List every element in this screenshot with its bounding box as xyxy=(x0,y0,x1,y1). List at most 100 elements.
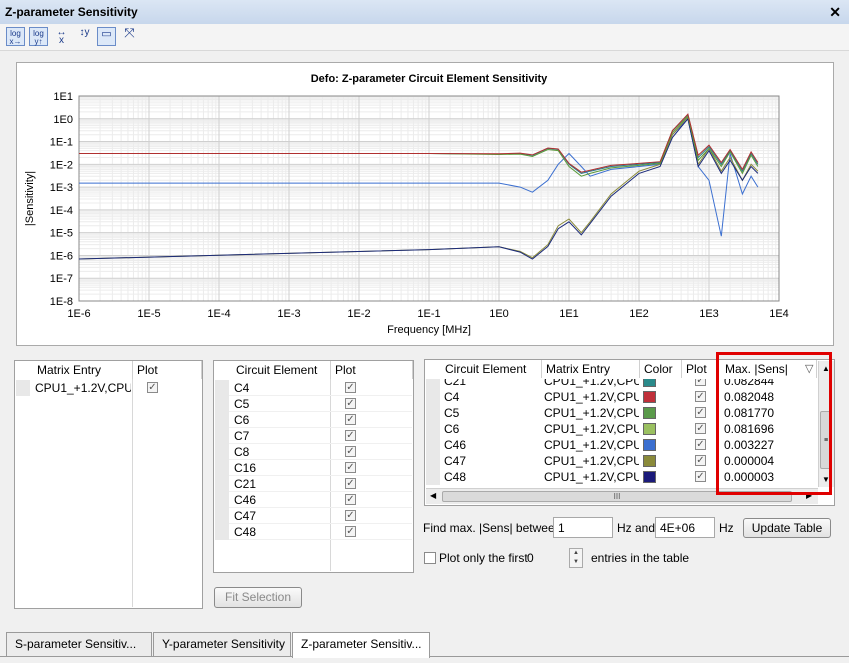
element-name-cell[interactable]: C4 xyxy=(234,380,324,396)
x-tick-label: 1E-2 xyxy=(347,308,370,320)
circuit-element-header[interactable]: Circuit Element xyxy=(425,360,542,378)
plot-checkbox[interactable]: ✓ xyxy=(695,423,706,434)
circuit-element-header[interactable]: Circuit Element xyxy=(214,361,331,379)
plot-checkbox[interactable]: ✓ xyxy=(695,407,706,418)
plot-checkbox[interactable]: ✓ xyxy=(695,391,706,402)
matrix-entry-panel: Matrix Entry Plot CPU1_+1.2V,CPU... ✓ xyxy=(14,360,203,609)
element-name-cell[interactable]: C5 xyxy=(234,396,324,412)
tab-z-parameter[interactable]: Z-parameter Sensitiv... xyxy=(292,632,430,658)
element-name-cell[interactable]: C47 xyxy=(234,508,324,524)
freq-from-input[interactable] xyxy=(553,517,613,538)
column-divider xyxy=(132,379,133,607)
cursor-icon[interactable]: ⤧ xyxy=(120,26,139,46)
matrix-entry-header[interactable]: Matrix Entry xyxy=(542,360,640,378)
sens-entry-cell[interactable]: CPU1_+1.2V,CPU... xyxy=(544,437,639,453)
x-tick-label: 1E-4 xyxy=(207,308,230,320)
element-name-cell[interactable]: C46 xyxy=(234,492,324,508)
x-tick-label: 1E2 xyxy=(629,308,649,320)
count-spinner[interactable]: ▲ ▼ xyxy=(569,548,583,568)
y-axis-label: |Sensitivity| xyxy=(24,171,36,226)
log-x-icon[interactable]: log x→ xyxy=(6,27,25,46)
close-icon[interactable]: ✕ xyxy=(829,4,841,21)
element-name-cell[interactable]: C21 xyxy=(234,476,324,492)
plot-checkbox[interactable]: ✓ xyxy=(345,398,356,409)
y-tick-label: 1E-7 xyxy=(50,273,73,285)
y-range-icon[interactable]: ↕y xyxy=(75,27,94,46)
plot-header[interactable]: Plot xyxy=(133,361,202,379)
color-swatch[interactable] xyxy=(643,391,656,403)
sens-entry-cell[interactable]: CPU1_+1.2V,CPU... xyxy=(544,421,639,437)
x-tick-label: 1E-5 xyxy=(137,308,160,320)
plot-checkbox[interactable]: ✓ xyxy=(345,414,356,425)
x-tick-label: 1E-1 xyxy=(417,308,440,320)
tab-s-parameter[interactable]: S-parameter Sensitiv... xyxy=(6,632,152,656)
y-tick-label: 1E1 xyxy=(53,91,73,103)
element-name-cell[interactable]: C16 xyxy=(234,460,324,476)
plot-header[interactable]: Plot xyxy=(331,361,413,379)
x-tick-label: 1E1 xyxy=(559,308,579,320)
sens-element-cell[interactable]: C47 xyxy=(444,453,539,469)
element-name-cell[interactable]: C6 xyxy=(234,412,324,428)
plot-checkbox[interactable]: ✓ xyxy=(147,382,158,393)
sens-element-cell[interactable]: C6 xyxy=(444,421,539,437)
color-swatch[interactable] xyxy=(643,407,656,419)
sens-element-cell[interactable]: C4 xyxy=(444,389,539,405)
row-selector-column[interactable] xyxy=(215,380,229,540)
y-tick-label: 1E0 xyxy=(53,114,73,126)
matrix-entry-header[interactable]: Matrix Entry xyxy=(15,361,133,379)
plot-header[interactable]: Plot xyxy=(682,360,717,378)
toolbar: log x→ log y↑ ↔ x ↕y ▭ ⤧ xyxy=(0,24,849,51)
x-tick-label: 1E0 xyxy=(489,308,509,320)
element-name-cell[interactable]: C8 xyxy=(234,444,324,460)
color-swatch[interactable] xyxy=(643,439,656,451)
sens-element-cell[interactable]: C5 xyxy=(444,405,539,421)
plot-checkbox[interactable]: ✓ xyxy=(345,446,356,457)
row-selector-column[interactable] xyxy=(426,379,440,485)
element-name-cell[interactable]: C48 xyxy=(234,524,324,540)
plot-only-checkbox[interactable] xyxy=(424,552,436,564)
y-tick-label: 1E-5 xyxy=(50,228,73,240)
log-y-icon[interactable]: log y↑ xyxy=(29,27,48,46)
plot-checkbox[interactable]: ✓ xyxy=(345,382,356,393)
freq-to-input[interactable] xyxy=(655,517,715,538)
row-selector[interactable] xyxy=(16,380,30,396)
plot-checkbox[interactable]: ✓ xyxy=(695,439,706,450)
find-max-label: Find max. |Sens| between xyxy=(423,521,562,535)
y-tick-label: 1E-3 xyxy=(50,182,73,194)
x-tick-label: 1E-6 xyxy=(67,308,90,320)
color-swatch[interactable] xyxy=(643,455,656,467)
sensitivity-chart: 1E-6 1E-5 1E-4 1E-3 1E-2 1E-1 1E0 1E1 1E2 1E3 1E4 1… xyxy=(16,62,834,346)
plot-checkbox[interactable]: ✓ xyxy=(345,510,356,521)
plot-only-label: Plot only the first xyxy=(439,551,528,565)
y-tick-label: 1E-4 xyxy=(50,205,73,217)
update-table-button[interactable]: Update Table xyxy=(743,518,831,538)
x-tick-label: 1E-3 xyxy=(277,308,300,320)
x-tick-label: 1E3 xyxy=(699,308,719,320)
sens-element-cell[interactable]: C48 xyxy=(444,469,539,485)
tab-y-parameter[interactable]: Y-parameter Sensitivity xyxy=(153,632,291,656)
scroll-left-icon[interactable]: ◀ xyxy=(430,491,436,500)
circuit-element-panel: Circuit Element Plot C4 ✓ C5 ✓ C6 ✓ C7 ✓ C8 ✓ C16 ✓… xyxy=(213,360,414,573)
plot-checkbox[interactable]: ✓ xyxy=(345,462,356,473)
plot-checkbox[interactable]: ✓ xyxy=(695,455,706,466)
comment-icon[interactable]: ▭ xyxy=(97,27,116,46)
plot-checkbox[interactable]: ✓ xyxy=(345,430,356,441)
sens-entry-cell[interactable]: CPU1_+1.2V,CPU... xyxy=(544,389,639,405)
plot-checkbox[interactable]: ✓ xyxy=(345,478,356,489)
color-swatch[interactable] xyxy=(643,471,656,483)
sens-element-cell[interactable]: C46 xyxy=(444,437,539,453)
x-range-icon[interactable]: ↔ x xyxy=(52,27,71,46)
plot-only-count[interactable]: 0 xyxy=(527,551,534,565)
color-swatch[interactable] xyxy=(643,423,656,435)
plot-checkbox[interactable]: ✓ xyxy=(345,494,356,505)
plot-checkbox[interactable]: ✓ xyxy=(695,471,706,482)
sens-entry-cell[interactable]: CPU1_+1.2V,CPU... xyxy=(544,405,639,421)
hz-and-label: Hz and xyxy=(617,521,656,535)
color-header[interactable]: Color xyxy=(640,360,682,378)
sens-entry-cell[interactable]: CPU1_+1.2V,CPU... xyxy=(544,453,639,469)
plot-checkbox[interactable]: ✓ xyxy=(345,526,356,537)
matrix-entry-cell[interactable]: CPU1_+1.2V,CPU... xyxy=(35,380,131,396)
element-name-cell[interactable]: C7 xyxy=(234,428,324,444)
fit-selection-button[interactable]: Fit Selection xyxy=(214,587,302,608)
sens-entry-cell[interactable]: CPU1_+1.2V,CPU... xyxy=(544,469,639,485)
